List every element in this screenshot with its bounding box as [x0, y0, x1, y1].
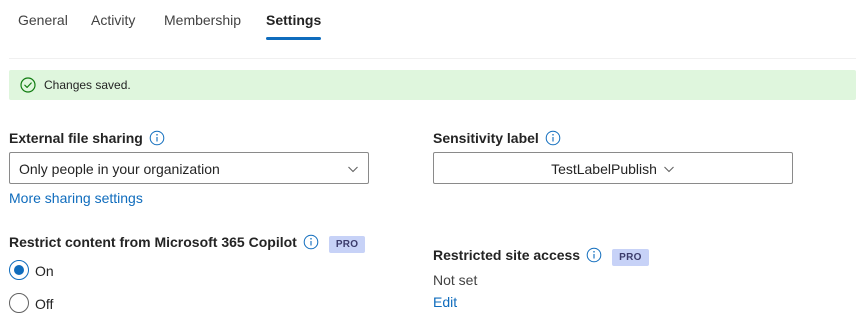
tabs-divider — [9, 58, 856, 59]
restricted-access-label: Restricted site access — [433, 247, 581, 263]
tab-bar: General Activity Membership Settings — [0, 0, 868, 58]
restricted-access-value: Not set — [433, 272, 478, 288]
copilot-label: Restrict content from Microsoft 365 Copi… — [9, 234, 297, 250]
external-sharing-label: External file sharing — [9, 130, 143, 146]
radio-button-checked[interactable] — [9, 260, 29, 280]
info-icon[interactable] — [149, 130, 165, 146]
copilot-label-row: Restrict content from Microsoft 365 Copi… — [9, 233, 366, 253]
external-sharing-dropdown[interactable]: Only people in your organization — [9, 152, 369, 184]
info-icon[interactable] — [586, 247, 602, 263]
chevron-down-icon — [664, 166, 674, 173]
external-sharing-label-row: External file sharing — [9, 129, 165, 147]
tab-general[interactable]: General — [18, 11, 68, 41]
sensitivity-value: TestLabelPublish — [551, 161, 657, 177]
pro-badge: PRO — [612, 249, 649, 266]
success-notification: Changes saved. — [9, 70, 856, 100]
sensitivity-dropdown[interactable]: TestLabelPublish — [433, 152, 793, 184]
sensitivity-label-row: Sensitivity label — [433, 129, 561, 147]
restricted-access-edit-link[interactable]: Edit — [433, 293, 457, 311]
tab-settings[interactable]: Settings — [266, 11, 322, 41]
radio-label-off: Off — [35, 296, 54, 312]
settings-page: General Activity Membership Settings Cha… — [0, 0, 868, 331]
sensitivity-label: Sensitivity label — [433, 130, 539, 146]
tab-activity[interactable]: Activity — [91, 11, 135, 41]
radio-label-on: On — [35, 263, 54, 279]
checkmark-circle-icon — [20, 77, 36, 93]
external-sharing-value: Only people in your organization — [19, 161, 220, 177]
pro-badge: PRO — [328, 236, 366, 253]
info-icon[interactable] — [545, 130, 561, 146]
more-sharing-settings-link[interactable]: More sharing settings — [9, 189, 143, 207]
chevron-down-icon — [348, 166, 358, 173]
restricted-access-label-row: Restricted site access PRO — [433, 246, 649, 266]
notification-text: Changes saved. — [44, 78, 131, 92]
radio-button[interactable] — [9, 293, 29, 313]
info-icon[interactable] — [303, 234, 319, 250]
tab-membership[interactable]: Membership — [164, 11, 241, 41]
